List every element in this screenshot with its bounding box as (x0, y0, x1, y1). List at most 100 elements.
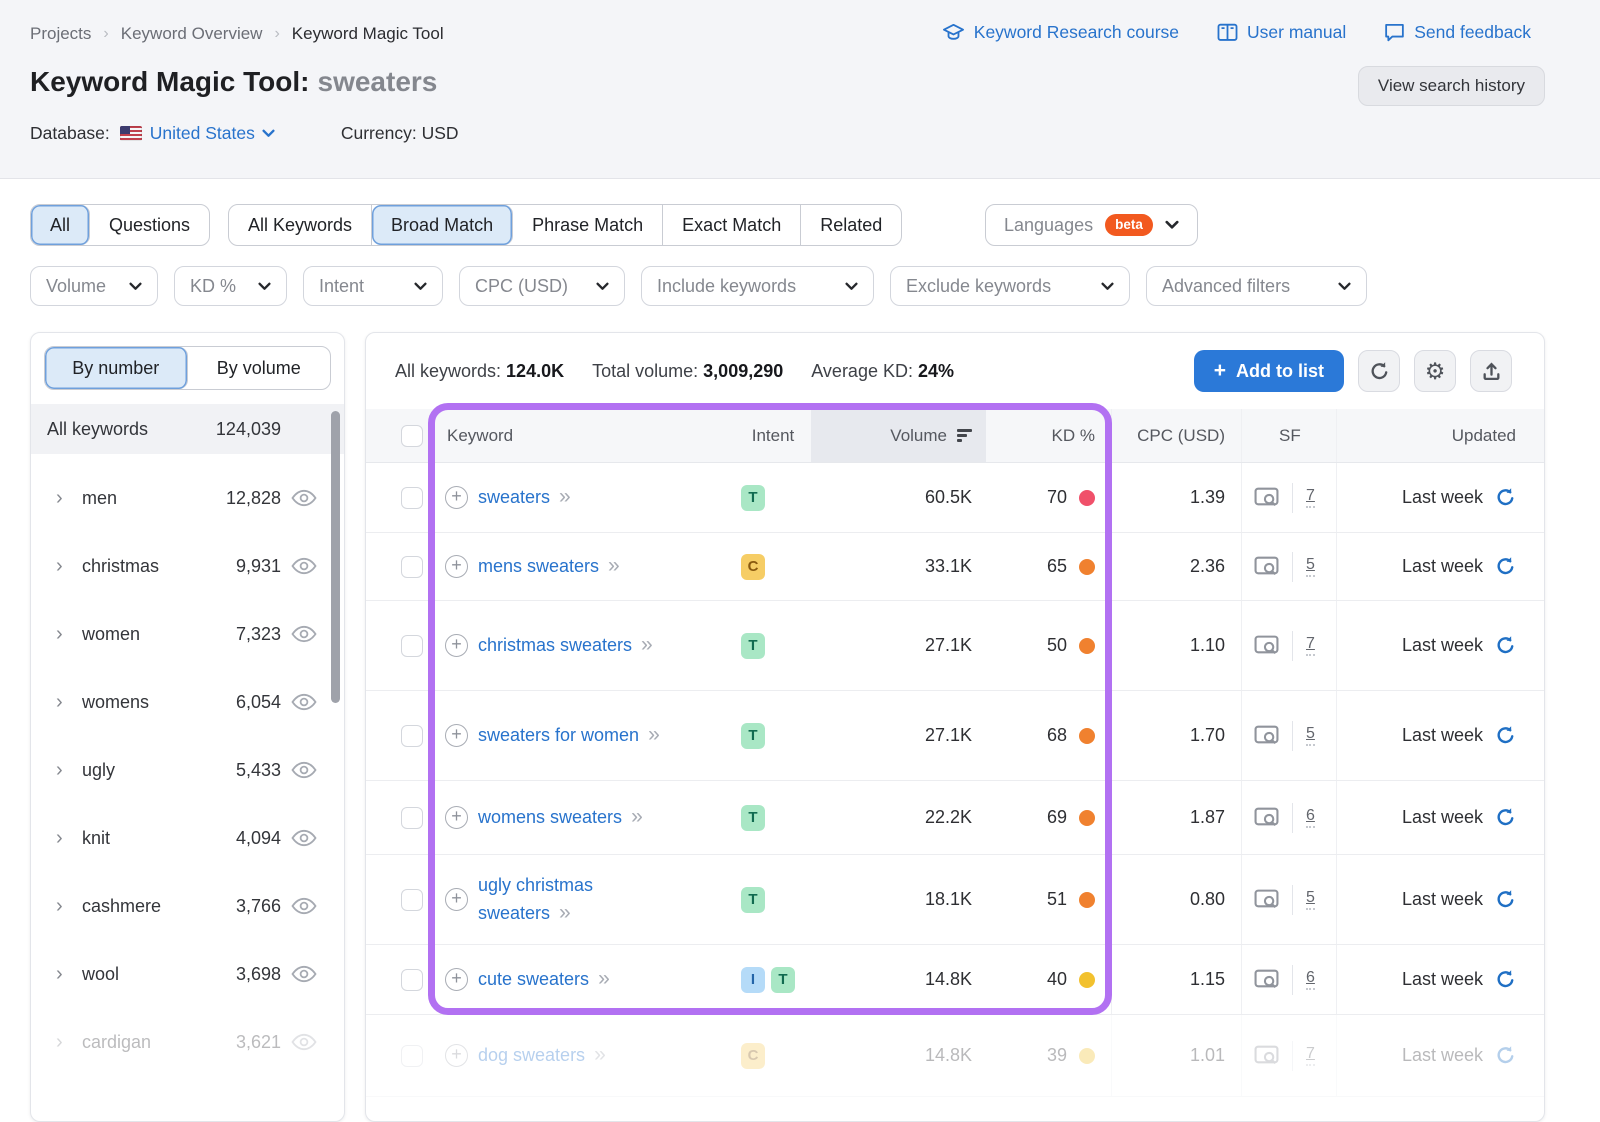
eye-icon[interactable] (291, 829, 317, 847)
tab-by-number[interactable]: By number (45, 347, 188, 389)
row-checkbox[interactable] (401, 969, 423, 991)
tab-all-keywords[interactable]: All Keywords (229, 205, 372, 245)
expand-keyword-icon[interactable]: » (641, 633, 654, 656)
refresh-metrics-icon[interactable] (1495, 487, 1516, 508)
group-row-cashmere[interactable]: › cashmere 3,766 (31, 872, 344, 940)
group-row-ugly[interactable]: › ugly 5,433 (31, 736, 344, 804)
serp-preview-icon[interactable] (1254, 969, 1279, 990)
chevron-right-icon[interactable]: › (56, 1032, 82, 1052)
add-to-list-button[interactable]: +Add to list (1194, 350, 1344, 392)
col-header-updated[interactable]: Updated (1336, 409, 1544, 462)
add-to-list-icon[interactable]: + (445, 634, 468, 657)
refresh-metrics-icon[interactable] (1495, 725, 1516, 746)
chevron-right-icon[interactable]: › (56, 896, 82, 916)
keyword-link[interactable]: cute sweaters (478, 969, 589, 989)
keyword-link[interactable]: sweaters for women (478, 725, 639, 745)
expand-keyword-icon[interactable]: » (594, 1043, 607, 1066)
chevron-right-icon[interactable]: › (56, 692, 82, 712)
sf-count[interactable]: 7 (1306, 487, 1315, 508)
keyword-link[interactable]: womens sweaters (478, 807, 622, 827)
refresh-metrics-icon[interactable] (1495, 807, 1516, 828)
tab-related[interactable]: Related (801, 205, 901, 245)
row-checkbox[interactable] (401, 725, 423, 747)
col-header-keyword[interactable]: Keyword (433, 409, 735, 462)
tab-broad-match[interactable]: Broad Match (372, 205, 513, 245)
serp-preview-icon[interactable] (1254, 807, 1279, 828)
keyword-link[interactable]: mens sweaters (478, 556, 599, 576)
include-keywords-filter[interactable]: Include keywords (641, 266, 874, 306)
refresh-metrics-icon[interactable] (1495, 969, 1516, 990)
intent-filter[interactable]: Intent (303, 266, 443, 306)
exclude-keywords-filter[interactable]: Exclude keywords (890, 266, 1130, 306)
tab-by-volume[interactable]: By volume (188, 347, 331, 389)
expand-keyword-icon[interactable]: » (559, 901, 572, 924)
keyword-link[interactable]: dog sweaters (478, 1045, 585, 1065)
group-row-christmas[interactable]: › christmas 9,931 (31, 532, 344, 600)
row-checkbox[interactable] (401, 635, 423, 657)
group-row-wool[interactable]: › wool 3,698 (31, 940, 344, 1008)
add-to-list-icon[interactable]: + (445, 968, 468, 991)
eye-icon[interactable] (291, 897, 317, 915)
refresh-metrics-icon[interactable] (1495, 889, 1516, 910)
sf-count[interactable]: 5 (1306, 725, 1315, 746)
keyword-research-course-link[interactable]: Keyword Research course (942, 22, 1179, 43)
eye-icon[interactable] (291, 693, 317, 711)
sf-count[interactable]: 6 (1306, 807, 1315, 828)
all-keywords-row[interactable]: All keywords 124,039 (31, 404, 344, 454)
eye-icon[interactable] (291, 489, 317, 507)
group-row-knit[interactable]: › knit 4,094 (31, 804, 344, 872)
cpc-filter[interactable]: CPC (USD) (459, 266, 625, 306)
eye-icon[interactable] (291, 761, 317, 779)
chevron-right-icon[interactable]: › (56, 828, 82, 848)
export-button[interactable] (1470, 350, 1512, 392)
refresh-metrics-icon[interactable] (1495, 635, 1516, 656)
sf-count[interactable]: 5 (1306, 889, 1315, 910)
sf-count[interactable]: 6 (1306, 969, 1315, 990)
refresh-metrics-icon[interactable] (1495, 1045, 1516, 1066)
row-checkbox[interactable] (401, 807, 423, 829)
keyword-link[interactable]: ugly christmas sweaters (478, 875, 593, 923)
add-to-list-icon[interactable]: + (445, 724, 468, 747)
chevron-right-icon[interactable]: › (56, 624, 82, 644)
add-to-list-icon[interactable]: + (445, 555, 468, 578)
row-checkbox[interactable] (401, 556, 423, 578)
add-to-list-icon[interactable]: + (445, 486, 468, 509)
kd-filter[interactable]: KD % (174, 266, 287, 306)
row-checkbox[interactable] (401, 889, 423, 911)
chevron-right-icon[interactable]: › (56, 488, 82, 508)
serp-preview-icon[interactable] (1254, 635, 1279, 656)
languages-dropdown[interactable]: Languages beta (985, 204, 1198, 246)
advanced-filters[interactable]: Advanced filters (1146, 266, 1367, 306)
chevron-right-icon[interactable]: › (56, 556, 82, 576)
sidebar-scrollbar[interactable] (331, 411, 340, 703)
chevron-right-icon[interactable]: › (56, 760, 82, 780)
eye-icon[interactable] (291, 557, 317, 575)
group-row-men[interactable]: › men 12,828 (31, 464, 344, 532)
tab-exact-match[interactable]: Exact Match (663, 205, 801, 245)
row-checkbox[interactable] (401, 1045, 423, 1067)
serp-preview-icon[interactable] (1254, 487, 1279, 508)
col-header-kd[interactable]: KD % (986, 409, 1111, 462)
tab-all[interactable]: All (31, 205, 90, 245)
serp-preview-icon[interactable] (1254, 725, 1279, 746)
volume-filter[interactable]: Volume (30, 266, 158, 306)
user-manual-link[interactable]: User manual (1217, 22, 1346, 43)
database-selector[interactable]: United States (150, 123, 275, 144)
settings-button[interactable]: ⚙ (1414, 350, 1456, 392)
breadcrumb-projects[interactable]: Projects (30, 24, 91, 44)
col-header-sf[interactable]: SF (1241, 409, 1336, 462)
tab-phrase-match[interactable]: Phrase Match (513, 205, 663, 245)
col-header-volume[interactable]: Volume (811, 409, 986, 462)
sf-count[interactable]: 7 (1306, 1045, 1315, 1066)
view-search-history-button[interactable]: View search history (1358, 66, 1545, 106)
col-header-cpc[interactable]: CPC (USD) (1111, 409, 1241, 462)
sf-count[interactable]: 7 (1306, 635, 1315, 656)
group-row-womens[interactable]: › womens 6,054 (31, 668, 344, 736)
tab-questions[interactable]: Questions (90, 205, 209, 245)
sf-count[interactable]: 5 (1306, 556, 1315, 577)
col-header-intent[interactable]: Intent (735, 409, 811, 462)
refresh-metrics-icon[interactable] (1495, 556, 1516, 577)
expand-keyword-icon[interactable]: » (598, 967, 611, 990)
keyword-link[interactable]: sweaters (478, 487, 550, 507)
select-all-checkbox[interactable] (401, 425, 423, 447)
